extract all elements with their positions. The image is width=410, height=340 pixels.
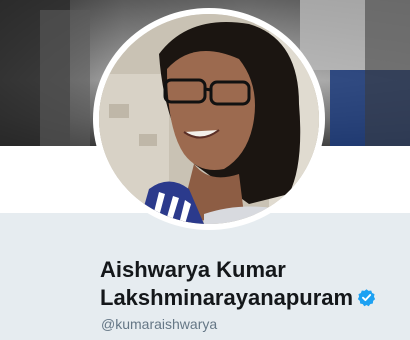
display-name-line-2-text: Lakshminarayanapuram — [100, 285, 354, 310]
avatar[interactable] — [99, 14, 319, 224]
verified-badge-icon — [357, 289, 376, 307]
profile-display-name[interactable]: Aishwarya Kumar Lakshminarayanapuram — [100, 256, 400, 312]
banner-shape — [365, 0, 410, 146]
profile-handle[interactable]: @kumaraishwarya — [101, 315, 217, 333]
banner-shape — [40, 10, 90, 146]
display-name-line-1: Aishwarya Kumar — [100, 257, 286, 282]
display-name-line-2: Lakshminarayanapuram — [100, 284, 400, 312]
avatar-photo — [99, 14, 319, 224]
